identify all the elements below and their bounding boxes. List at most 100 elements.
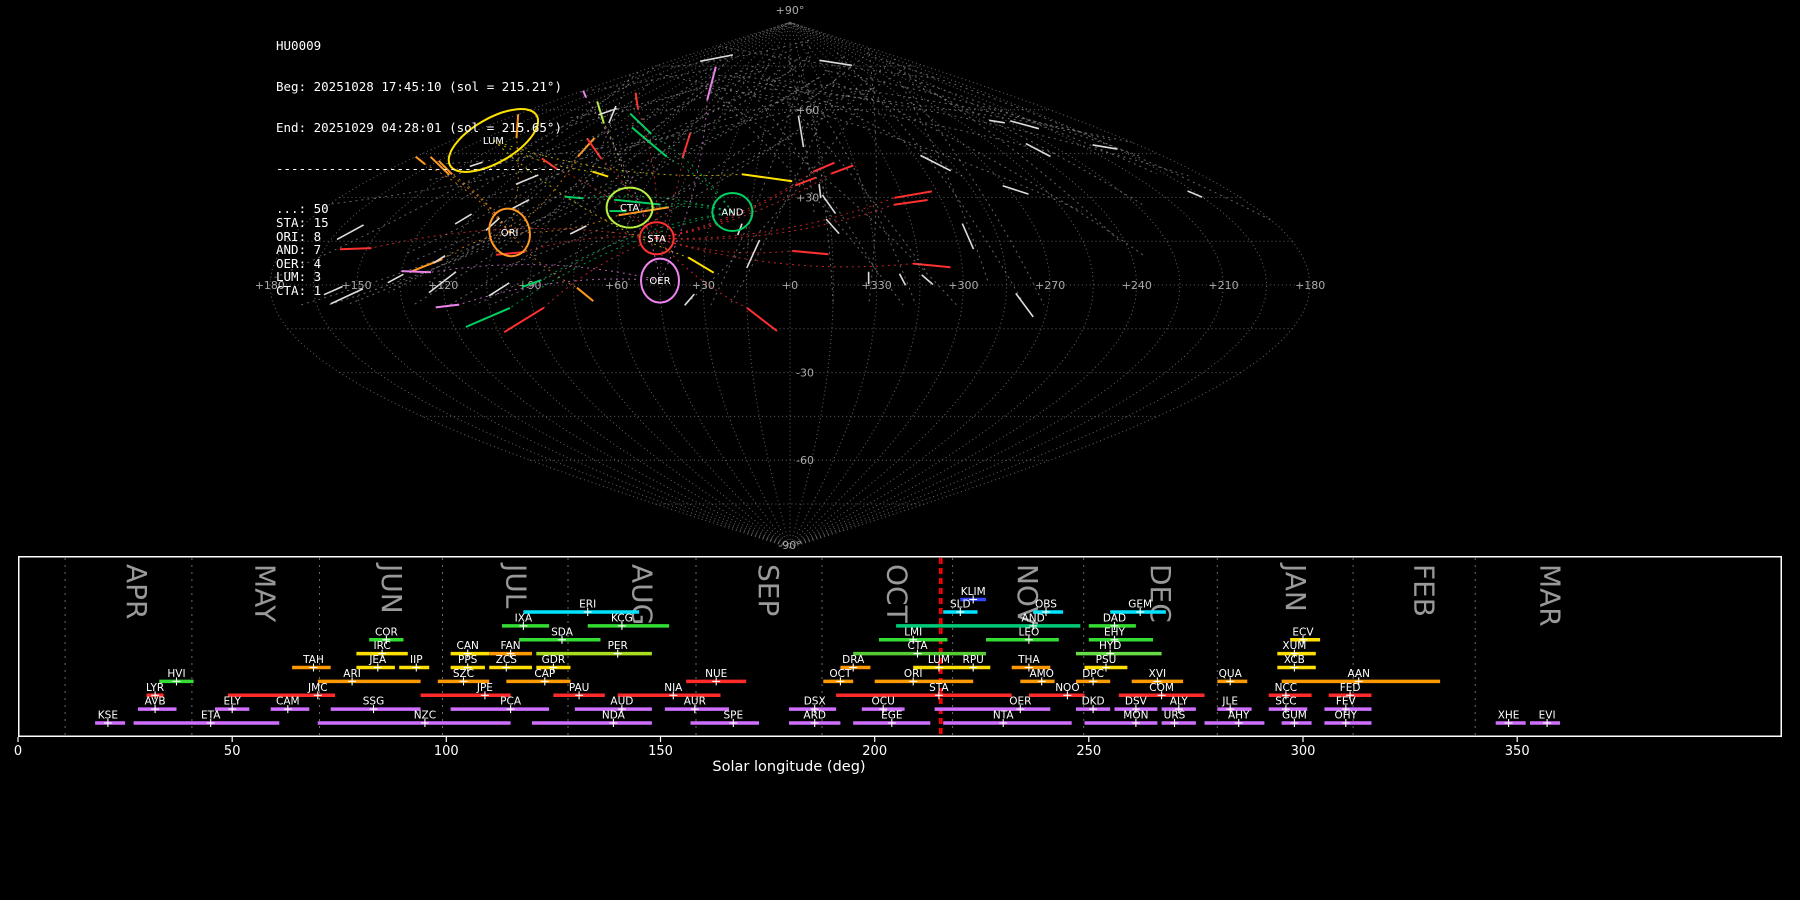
shower-bar-STA: STA [836,682,1012,700]
shower-label-AMO: AMO [1029,668,1054,680]
month-label-JUN: JUN [375,562,408,614]
shower-label-DSX: DSX [804,696,826,708]
meteor-trail-sporadic [821,194,837,215]
shower-bar-IIP: IIP [399,654,430,672]
x-tick-label-50: 50 [224,744,241,759]
x-tick-label-0: 0 [14,744,22,759]
shower-label-CAP: CAP [534,668,555,680]
meteor-path-sporadic [874,57,1311,255]
shower-label-IRC: IRC [373,640,390,652]
month-label-MAY: MAY [249,564,282,623]
count-row-OER: OER: 4 [276,255,322,271]
shower-label-ERI: ERI [579,599,596,611]
meteor-trail-OER [569,59,587,98]
shower-label-CAN: CAN [457,640,479,652]
lat-label--30: -30 [796,367,814,380]
meteor-trail-STA [634,92,639,110]
radiant-sky-map: +180 +150 +120 +90 +60 +30 +0 +330 +300 +270 +240 +… [255,4,1326,552]
lat-label--60: -60 [796,454,814,467]
meteor-trail-sporadic [920,154,952,172]
shower-bar-EGE: EGE [853,710,931,727]
meteor-path-sporadic [669,39,809,68]
meteor-path-sporadic [747,81,1189,177]
station-id: HU0009 [276,38,322,54]
shower-label-PPS: PPS [458,654,478,666]
shower-bar-NDA: NDA [532,710,652,727]
month-label-OCT: OCT [881,564,914,624]
month-label-JUL: JUL [499,562,532,609]
shower-label-LMI: LMI [904,626,922,638]
shower-label-GUM: GUM [1282,710,1307,722]
shower-label-NDA: NDA [602,710,626,722]
shower-label-JPE: JPE [476,682,493,694]
shower-label-ORI: ORI [904,668,923,680]
shower-bar-SSG: SSG [330,696,421,714]
meteor-trail-sporadic [1002,184,1029,195]
shower-label-FED: FED [1340,682,1361,694]
shower-label-IIP: IIP [410,654,423,666]
shower-bar-XCB: XCB [1277,654,1316,672]
count-row-LUM: LUM: 3 [276,269,322,285]
shower-bar-NZC: NZC [317,710,511,727]
shower-label-DPC: DPC [1082,668,1104,680]
x-tick-label-200: 200 [862,744,887,759]
shower-label-SDA: SDA [551,626,574,638]
info-panel: HU0009 Beg: 20251028 17:45:10 (sol = 215… [276,12,562,311]
shower-label-PSU: PSU [1096,654,1117,666]
meteor-trail-AND [629,112,652,135]
shower-bar-JEA: JEA [356,654,395,672]
lon-label-+270: +270 [1035,279,1065,292]
shower-label-OHY: OHY [1335,710,1358,722]
shower-bar-DKD: DKD [1076,696,1111,714]
shower-label-KSE: KSE [98,710,118,722]
meteor-trail-STA [831,164,854,175]
x-tick-label-150: 150 [648,744,673,759]
end-time-line: End: 20251029 04:28:01 (sol = 215.65°) [276,119,562,135]
shower-bar-LEO: LEO [986,626,1059,644]
shower-label-MON: MON [1123,710,1148,722]
shower-label-OBS: OBS [1035,599,1057,611]
meteor-trail-STA [794,176,817,187]
shower-label-JEA: JEA [368,654,387,666]
shower-label-LEO: LEO [1019,626,1040,638]
shower-bar-PAU: PAU [553,682,605,700]
radiant-label-CTA: CTA [620,203,639,214]
shower-bar-IXA: IXA [502,612,550,630]
shower-label-CTA: CTA [907,640,928,652]
x-tick-label-350: 350 [1505,744,1530,759]
shower-label-FAN: FAN [501,640,521,652]
count-row-ORI: ORI: 8 [276,228,322,244]
count-row-xxx: ...: 50 [276,201,329,217]
meteor-trail-sporadic [684,293,695,306]
meteor-path-sporadic [867,41,877,306]
shower-label-NUE: NUE [705,668,727,680]
shower-label-FEV: FEV [1336,696,1357,708]
shower-bar-CAM: CAM [270,696,310,714]
shower-label-HVI: HVI [167,668,185,680]
meteor-trail-STA [894,190,933,199]
meteor-path-STA [656,197,895,240]
shower-label-XVI: XVI [1149,668,1166,680]
month-label-SEP: SEP [752,564,785,616]
meteor-trail-STA [893,199,928,206]
shower-bar-ARI: ARI [317,668,421,686]
x-tick-label-100: 100 [434,744,459,759]
shower-label-EGE: EGE [881,710,902,722]
shower-bar-KSE: KSE [95,710,126,727]
shower-label-OCT: OCT [829,668,852,680]
meteor-trail-LUM [592,170,609,178]
shower-label-JMC: JMC [307,682,328,694]
shower-bar-QUA: QUA [1217,668,1248,686]
shower-label-SCC: SCC [1275,696,1296,708]
meteor-path-sporadic [824,70,1142,158]
shower-bar-DPC: DPC [1076,668,1111,686]
shower-label-KLIM: KLIM [961,586,986,598]
shower-bar-PCA: PCA [450,696,550,714]
shower-label-HYD: HYD [1099,640,1121,652]
shower-label-PCA: PCA [500,696,522,708]
radiant-label-STA: STA [647,234,666,245]
shower-label-SPE: SPE [723,710,743,722]
shower-bar-OHY: OHY [1324,710,1372,727]
shower-label-DKD: DKD [1082,696,1105,708]
shower-label-SZC: SZC [453,668,474,680]
